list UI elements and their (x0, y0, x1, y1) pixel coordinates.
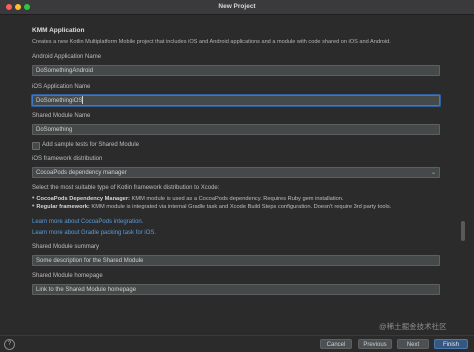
bullet-text: KMM module is used as a CocoaPods depend… (129, 196, 344, 202)
shared-module-homepage-input[interactable]: Link to the Shared Module homepage (32, 284, 440, 295)
title-bar: New Project (0, 0, 474, 15)
ios-distribution-value: CocoaPods dependency manager (36, 170, 127, 176)
android-app-name-label: Android Application Name (32, 54, 102, 60)
shared-module-name-value: DoSomething (36, 127, 73, 133)
link-cocoapods-integration[interactable]: Learn more about CocoaPods integration. (32, 219, 143, 225)
previous-button[interactable]: Previous (358, 339, 392, 349)
add-sample-tests-label[interactable]: Add sample tests for Shared Module (42, 142, 139, 148)
shared-module-summary-input[interactable]: Some description for the Shared Module (32, 255, 440, 266)
shared-module-homepage-value: Link to the Shared Module homepage (36, 287, 137, 293)
finish-button[interactable]: Finish (434, 339, 468, 349)
android-app-name-input[interactable]: DoSomethingAndroid (32, 65, 440, 76)
distribution-intro: Select the most suitable type of Kotlin … (32, 185, 220, 191)
next-button[interactable]: Next (397, 339, 429, 349)
window-title: New Project (218, 3, 256, 10)
page-description: Creates a new Kotlin Multiplatform Mobil… (32, 39, 391, 45)
bullet-regular-framework: • Regular framework: KMM module is integ… (32, 203, 391, 210)
ios-app-name-value: DoSomethingiOS (36, 98, 83, 104)
page-heading: KMM Application (32, 27, 85, 34)
vertical-scrollbar[interactable] (461, 221, 465, 241)
shared-module-homepage-label: Shared Module homepage (32, 273, 103, 279)
new-project-form: KMM Application Creates a new Kotlin Mul… (0, 15, 474, 335)
shared-module-summary-value: Some description for the Shared Module (36, 258, 144, 264)
chevron-down-icon: ⌄ (430, 170, 436, 176)
shared-module-name-label: Shared Module Name (32, 113, 91, 119)
ios-distribution-label: iOS framework distribution (32, 156, 103, 162)
shared-module-name-input[interactable]: DoSomething (32, 124, 440, 135)
ios-distribution-select[interactable]: CocoaPods dependency manager ⌄ (32, 167, 440, 178)
dialog-footer: ? Cancel Previous Next Finish (0, 335, 474, 352)
ios-app-name-input[interactable]: DoSomethingiOS (32, 95, 440, 106)
cancel-button[interactable]: Cancel (320, 339, 352, 349)
ios-app-name-label: iOS Application Name (32, 84, 91, 90)
bullet-title: CocoaPods Dependency Manager: (36, 196, 130, 202)
bullet-cocoapods: • CocoaPods Dependency Manager: KMM modu… (32, 195, 344, 202)
android-app-name-value: DoSomethingAndroid (36, 68, 94, 74)
watermark: @稀土掘金技术社区 (379, 322, 447, 331)
bullet-text: KMM module is integrated via internal Gr… (89, 204, 392, 210)
add-sample-tests-checkbox[interactable] (32, 142, 40, 150)
bullet-title: Regular framework: (36, 204, 90, 210)
text-caret (82, 96, 84, 105)
help-icon[interactable]: ? (4, 339, 15, 350)
shared-module-summary-label: Shared Module summary (32, 244, 100, 250)
link-gradle-packing-task[interactable]: Learn more about Gradle packing task for… (32, 230, 156, 236)
